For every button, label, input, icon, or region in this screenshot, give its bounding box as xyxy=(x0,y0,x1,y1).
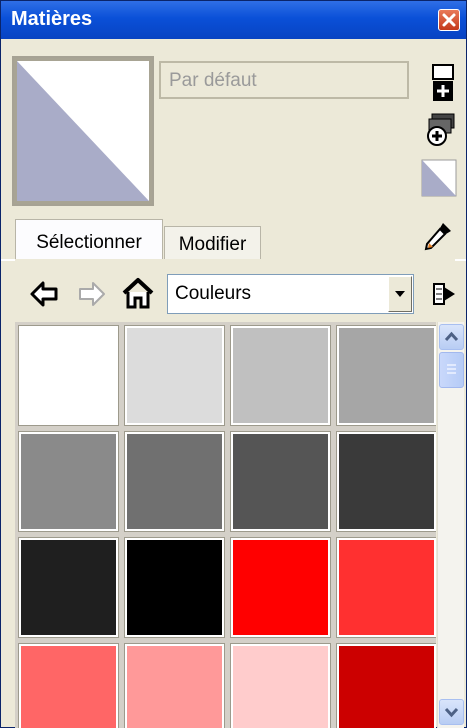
color-swatch[interactable] xyxy=(18,643,119,728)
create-material-icon[interactable] xyxy=(431,63,457,103)
swatch-grid xyxy=(15,322,436,728)
close-icon xyxy=(442,13,456,27)
color-swatch[interactable] xyxy=(336,643,436,728)
color-swatch[interactable] xyxy=(230,325,331,426)
color-swatch[interactable] xyxy=(124,431,225,532)
color-swatch[interactable] xyxy=(230,431,331,532)
default-material-icon[interactable] xyxy=(421,159,457,197)
library-dropdown[interactable]: Couleurs xyxy=(167,274,414,314)
scroll-down-button[interactable] xyxy=(439,699,464,725)
color-swatch[interactable] xyxy=(124,643,225,728)
scroll-up-button[interactable] xyxy=(439,324,464,350)
material-name-placeholder: Par défaut xyxy=(169,70,257,91)
material-preview xyxy=(12,56,154,206)
title-bar[interactable]: Matières xyxy=(1,1,466,39)
chevron-down-icon xyxy=(444,707,459,718)
tab-edit-label: Modifier xyxy=(178,234,247,255)
library-dropdown-value: Couleurs xyxy=(175,283,252,304)
materials-window: Matières Par défaut Sélectionner Modifie… xyxy=(0,0,467,728)
material-name-field[interactable]: Par défaut xyxy=(159,61,409,99)
close-button[interactable] xyxy=(438,9,460,31)
tab-edit[interactable]: Modifier xyxy=(164,226,261,260)
color-swatch[interactable] xyxy=(18,537,119,638)
home-icon[interactable] xyxy=(121,277,155,311)
dropdown-button[interactable] xyxy=(388,276,412,312)
forward-arrow-icon[interactable] xyxy=(77,279,107,309)
details-icon[interactable] xyxy=(424,111,460,147)
material-preview-swatch xyxy=(17,61,149,201)
scroll-thumb[interactable] xyxy=(439,352,464,388)
color-swatch[interactable] xyxy=(18,431,119,532)
color-swatch[interactable] xyxy=(18,325,119,426)
chevron-down-icon xyxy=(395,291,405,297)
window-title: Matières xyxy=(11,8,93,30)
color-swatch[interactable] xyxy=(336,325,436,426)
vertical-scrollbar[interactable] xyxy=(437,322,464,728)
eyedropper-icon[interactable] xyxy=(421,219,455,253)
tab-select[interactable]: Sélectionner xyxy=(15,219,163,261)
color-swatch[interactable] xyxy=(124,325,225,426)
chevron-up-icon xyxy=(444,331,459,342)
back-arrow-icon[interactable] xyxy=(29,279,59,309)
color-swatch[interactable] xyxy=(124,537,225,638)
grip-icon xyxy=(447,364,456,374)
details-arrow-icon[interactable] xyxy=(431,279,459,309)
color-swatch[interactable] xyxy=(230,643,331,728)
tab-select-label: Sélectionner xyxy=(36,232,142,253)
color-swatch[interactable] xyxy=(336,431,436,532)
color-swatch[interactable] xyxy=(230,537,331,638)
color-swatch[interactable] xyxy=(336,537,436,638)
